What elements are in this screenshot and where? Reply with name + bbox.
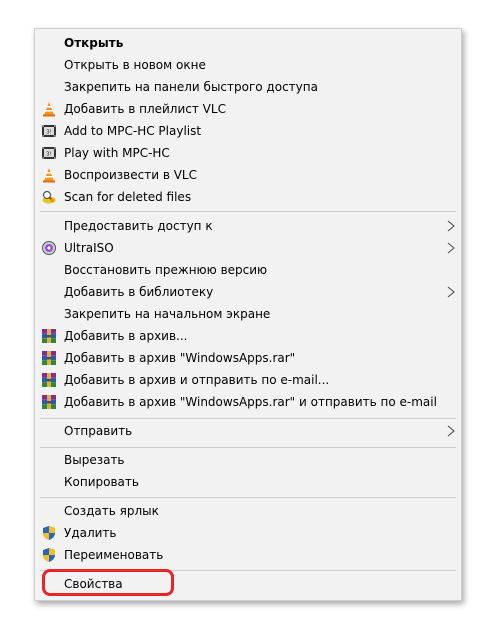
menu-item-add-to-windowsapps-rar[interactable]: Добавить в архив "WindowsApps.rar": [35, 347, 461, 369]
menu-item-add-vlc-playlist[interactable]: Добавить в плейлист VLC: [35, 98, 461, 120]
menu-item-play-vlc[interactable]: Воспроизвести в VLC: [35, 164, 461, 186]
menu-separator: [40, 447, 456, 448]
chevron-right-icon: [447, 242, 455, 254]
context-menu: Открыть Открыть в новом окне Закрепить н…: [34, 28, 462, 601]
menu-item-label: Закрепить на начальном экране: [64, 307, 271, 321]
menu-item-label: Восстановить прежнюю версию: [64, 263, 268, 277]
ultraiso-disc-icon: [42, 241, 56, 255]
menu-item-label: Вырезать: [64, 453, 125, 467]
menu-item-open[interactable]: Открыть: [35, 32, 461, 54]
uac-shield-icon: [43, 548, 55, 562]
menu-item-label: Scan for deleted files: [64, 190, 192, 204]
menu-item-add-to-library[interactable]: Добавить в библиотеку: [35, 281, 461, 303]
menu-item-label: Play with MPC-HC: [64, 146, 170, 160]
vlc-cone-icon: [43, 102, 55, 117]
menu-item-label: Добавить в архив...: [64, 329, 188, 343]
menu-item-add-mpc-playlist[interactable]: 3! Add to MPC-HC Playlist: [35, 120, 461, 142]
menu-item-label: Добавить в библиотеку: [64, 285, 214, 299]
menu-item-pin-start[interactable]: Закрепить на начальном экране: [35, 303, 461, 325]
menu-item-scan-deleted-files[interactable]: Scan for deleted files: [35, 186, 461, 208]
menu-item-send-to[interactable]: Отправить: [35, 420, 461, 442]
winrar-icon: [42, 351, 56, 365]
menu-item-label: Закрепить на панели быстрого доступа: [64, 80, 318, 94]
recovery-tool-icon: [42, 190, 56, 204]
winrar-icon: [42, 395, 56, 409]
winrar-icon: [42, 329, 56, 343]
menu-item-label: Открыть: [64, 36, 124, 50]
highlight-ring: [42, 569, 174, 596]
menu-item-label: Воспроизвести в VLC: [64, 168, 197, 182]
menu-item-label: Создать ярлык: [64, 504, 159, 518]
menu-separator: [40, 211, 456, 212]
mpc-hc-icon: 3!: [42, 125, 56, 137]
chevron-right-icon: [447, 425, 455, 437]
menu-item-label: Удалить: [64, 526, 117, 540]
menu-item-label: Открыть в новом окне: [64, 58, 206, 72]
menu-item-label: Отправить: [64, 424, 133, 438]
menu-item-add-to-archive[interactable]: Добавить в архив...: [35, 325, 461, 347]
menu-item-rename[interactable]: Переименовать: [35, 544, 461, 566]
menu-item-label: Добавить в плейлист VLC: [64, 102, 226, 116]
menu-item-give-access[interactable]: Предоставить доступ к: [35, 215, 461, 237]
vlc-cone-icon: [43, 168, 55, 183]
menu-item-label: Предоставить доступ к: [64, 219, 213, 233]
menu-item-label: Переименовать: [64, 548, 164, 562]
svg-text:3!: 3!: [46, 152, 51, 158]
menu-item-cut[interactable]: Вырезать: [35, 449, 461, 471]
uac-shield-icon: [43, 526, 55, 540]
menu-item-label: Добавить в архив и отправить по e-mail..…: [64, 373, 330, 387]
menu-item-label: Add to MPC-HC Playlist: [64, 124, 202, 138]
chevron-right-icon: [447, 220, 455, 232]
menu-item-ultraiso[interactable]: UltraISO: [35, 237, 461, 259]
menu-item-open-new-window[interactable]: Открыть в новом окне: [35, 54, 461, 76]
menu-item-label: UltraISO: [64, 241, 114, 255]
menu-item-copy[interactable]: Копировать: [35, 471, 461, 493]
menu-item-play-mpc[interactable]: 3! Play with MPC-HC: [35, 142, 461, 164]
menu-item-restore-previous-version[interactable]: Восстановить прежнюю версию: [35, 259, 461, 281]
winrar-icon: [42, 373, 56, 387]
menu-item-label: Добавить в архив "WindowsApps.rar": [64, 351, 296, 365]
svg-text:3!: 3!: [46, 130, 51, 136]
menu-separator: [40, 418, 456, 419]
menu-item-create-shortcut[interactable]: Создать ярлык: [35, 500, 461, 522]
menu-item-label: Добавить в архив "WindowsApps.rar" и отп…: [64, 395, 437, 409]
menu-item-archive-windowsapps-and-email[interactable]: Добавить в архив "WindowsApps.rar" и отп…: [35, 391, 461, 413]
mpc-hc-icon: 3!: [42, 147, 56, 159]
menu-item-archive-and-email[interactable]: Добавить в архив и отправить по e-mail..…: [35, 369, 461, 391]
menu-item-delete[interactable]: Удалить: [35, 522, 461, 544]
menu-item-pin-quick-access[interactable]: Закрепить на панели быстрого доступа: [35, 76, 461, 98]
menu-item-label: Копировать: [64, 475, 139, 489]
menu-separator: [40, 497, 456, 498]
chevron-right-icon: [447, 286, 455, 298]
